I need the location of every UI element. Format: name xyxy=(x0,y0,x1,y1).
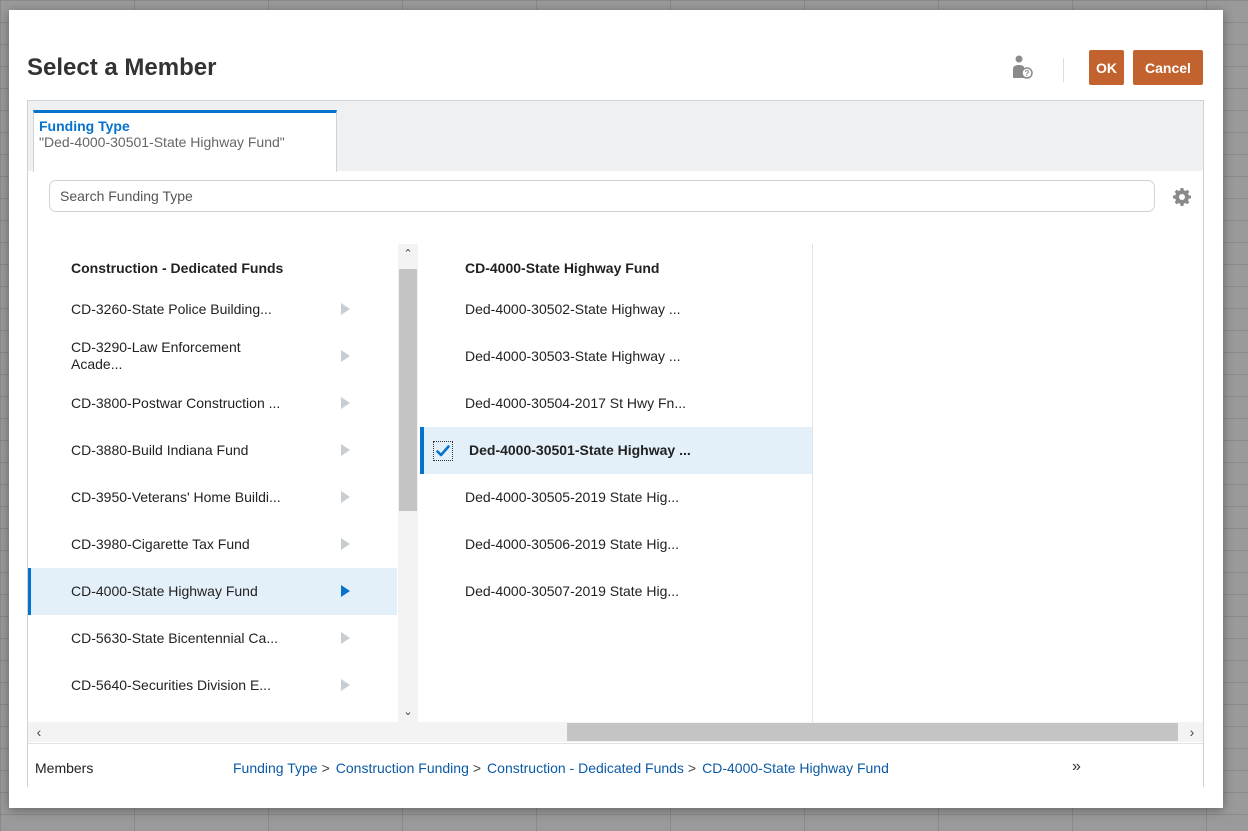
breadcrumb-cd-4000[interactable]: CD-4000-State Highway Fund xyxy=(702,760,889,776)
list-item-label: CD-5630-State Bicentennial Ca... xyxy=(71,630,278,646)
user-help-icon[interactable]: ? xyxy=(1011,54,1033,80)
column-child-members: CD-4000-State Highway Fund Ded-4000-3050… xyxy=(420,244,813,722)
list-item-selected[interactable]: Ded-4000-30501-State Highway ... xyxy=(420,427,812,474)
list-item[interactable]: CD-3290-Law Enforcement Acade... xyxy=(28,333,397,380)
list-item[interactable]: Ded-4000-30507-2019 State Hig... xyxy=(420,568,812,615)
dialog-title: Select a Member xyxy=(27,54,217,81)
scroll-left-icon[interactable]: ‹ xyxy=(32,724,46,740)
breadcrumb-separator: > xyxy=(472,760,482,776)
list-item[interactable]: CD-3880-Build Indiana Fund xyxy=(28,427,397,474)
expand-arrow-icon[interactable] xyxy=(341,303,350,315)
column-header: Construction - Dedicated Funds xyxy=(71,260,284,276)
breadcrumb-separator: > xyxy=(321,760,330,776)
expand-arrow-icon[interactable] xyxy=(341,679,350,691)
expand-arrow-icon[interactable] xyxy=(341,538,350,550)
list-item-label: Ded-4000-30507-2019 State Hig... xyxy=(465,583,680,599)
expand-arrow-icon[interactable] xyxy=(341,397,350,409)
search-input[interactable] xyxy=(49,180,1155,212)
scrollbar-thumb[interactable] xyxy=(567,723,1178,741)
member-selector-panel: Funding Type "Ded-4000-30501-State Highw… xyxy=(27,100,1204,787)
breadcrumb-construction-funding[interactable]: Construction Funding xyxy=(336,760,469,776)
list-item-label: CD-3950-Veterans' Home Buildi... xyxy=(71,489,281,505)
breadcrumb-separator: > xyxy=(687,760,697,776)
list-item-label: Ded-4000-30504-2017 St Hwy Fn... xyxy=(465,395,687,411)
list-item-label: CD-3880-Build Indiana Fund xyxy=(71,442,249,458)
breadcrumb-more-button[interactable]: » xyxy=(1072,758,1081,776)
header-divider xyxy=(1063,58,1064,82)
expand-arrow-icon[interactable] xyxy=(341,491,350,503)
members-label: Members xyxy=(35,760,94,776)
tab-title: Funding Type xyxy=(39,118,130,134)
list-item[interactable]: Ded-4000-30502-State Highway ... xyxy=(420,286,812,333)
scroll-up-icon[interactable]: ⌃ xyxy=(402,248,414,260)
selection-checkbox[interactable] xyxy=(433,441,453,461)
list-item[interactable]: Ded-4000-30505-2019 State Hig... xyxy=(420,474,812,521)
list-item-label: CD-5640-Securities Division E... xyxy=(71,677,271,693)
list-item-label: Ded-4000-30505-2019 State Hig... xyxy=(465,489,680,505)
list-item[interactable]: Ded-4000-30506-2019 State Hig... xyxy=(420,521,812,568)
list-item-label: CD-3290-Law Enforcement Acade... xyxy=(71,339,241,372)
expand-arrow-icon[interactable] xyxy=(341,585,350,597)
breadcrumb: Funding Type > Construction Funding > Constr… xyxy=(233,760,889,776)
list-item-label: Ded-4000-30502-State Highway ... xyxy=(465,301,681,317)
list-item-label: Ded-4000-30503-State Highway ... xyxy=(465,348,681,364)
list-item[interactable]: CD-3950-Veterans' Home Buildi... xyxy=(28,474,397,521)
select-member-dialog: Select a Member ? OK Cancel Funding Type… xyxy=(9,10,1223,808)
list-item-label: Ded-4000-30506-2019 State Hig... xyxy=(465,536,680,552)
list-item-selected[interactable]: CD-4000-State Highway Fund xyxy=(28,568,397,615)
list-item-label: Ded-4000-30501-State Highway ... xyxy=(469,442,691,458)
expand-arrow-icon[interactable] xyxy=(341,444,350,456)
list-item[interactable]: CD-3980-Cigarette Tax Fund xyxy=(28,521,397,568)
list-item[interactable]: CD-5640-Securities Division E... xyxy=(28,662,397,709)
list-item[interactable]: CD-3800-Postwar Construction ... xyxy=(28,380,397,427)
expand-arrow-icon[interactable] xyxy=(341,350,350,362)
list-item-label: CD-4000-State Highway Fund xyxy=(71,583,258,599)
list-item[interactable]: CD-5630-State Bicentennial Ca... xyxy=(28,615,397,662)
horizontal-scrollbar[interactable]: ‹ › xyxy=(28,722,1203,742)
column-parent-members: Construction - Dedicated Funds CD-3260-S… xyxy=(28,244,397,722)
scrollbar-thumb[interactable] xyxy=(399,269,417,511)
checkmark-icon xyxy=(436,445,450,457)
list-item-label: CD-3800-Postwar Construction ... xyxy=(71,395,281,411)
svg-text:?: ? xyxy=(1025,69,1030,78)
tab-funding-type[interactable]: Funding Type "Ded-4000-30501-State Highw… xyxy=(33,110,337,172)
list-item[interactable]: CD-3260-State Police Building... xyxy=(28,286,397,333)
breadcrumb-construction-dedicated-funds[interactable]: Construction - Dedicated Funds xyxy=(487,760,684,776)
ok-button[interactable]: OK xyxy=(1089,50,1124,85)
tab-selected-value: "Ded-4000-30501-State Highway Fund" xyxy=(39,134,285,150)
gear-icon[interactable] xyxy=(1172,187,1192,207)
members-footer: Members Funding Type > Construction Fundin… xyxy=(28,743,1203,787)
list-item-label: CD-3980-Cigarette Tax Fund xyxy=(71,536,250,552)
column-vertical-scrollbar[interactable]: ⌃ ⌄ xyxy=(398,244,418,722)
list-item-label: CD-3260-State Police Building... xyxy=(71,301,272,317)
list-item[interactable]: Ded-4000-30503-State Highway ... xyxy=(420,333,812,380)
column-header: CD-4000-State Highway Fund xyxy=(465,260,660,276)
list-item[interactable]: Ded-4000-30504-2017 St Hwy Fn... xyxy=(420,380,812,427)
scroll-down-icon[interactable]: ⌄ xyxy=(402,706,414,718)
expand-arrow-icon[interactable] xyxy=(341,632,350,644)
dimension-tabstrip: Funding Type "Ded-4000-30501-State Highw… xyxy=(28,101,1203,172)
breadcrumb-funding-type[interactable]: Funding Type xyxy=(233,760,318,776)
scroll-right-icon[interactable]: › xyxy=(1185,724,1199,740)
cancel-button[interactable]: Cancel xyxy=(1133,50,1203,85)
